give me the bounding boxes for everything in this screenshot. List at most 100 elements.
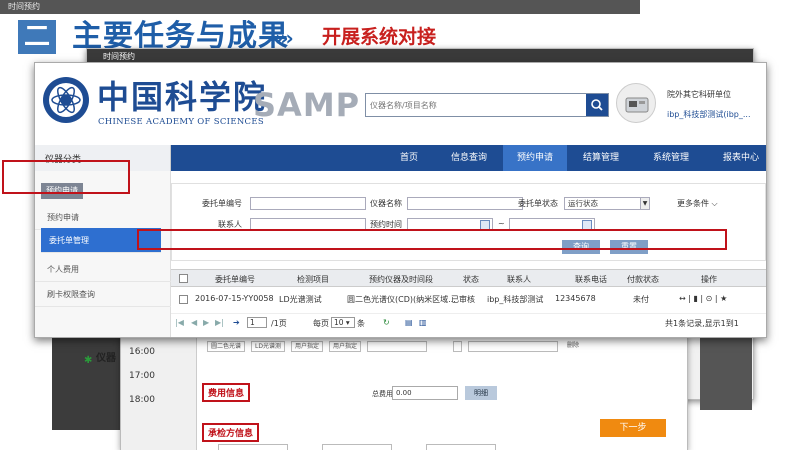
col-pay-status: 付款状态 [627,275,659,284]
user-organization: 院外其它科研单位 [667,90,731,99]
order-no-input[interactable] [250,197,366,210]
sidebar: 预约申请 预约申请 委托单管理 个人费用 刷卡权限查询 [35,171,171,337]
cas-logo-icon [43,77,89,123]
slide-subtitle: 开展系统对接 [322,26,437,48]
last-page-icon[interactable]: ▶| [215,318,224,327]
sidebar-item-booking[interactable]: 预约申请 [35,205,171,230]
text-field[interactable] [322,444,392,450]
text-field[interactable] [218,444,288,450]
per-page-label: 每页 [313,319,329,328]
select-instrument[interactable]: 圆二色光谱 [207,341,246,352]
text-field[interactable] [468,341,559,352]
search-button[interactable] [586,94,608,116]
nav-booking[interactable]: 预约申请 [503,145,567,171]
nav-info-query[interactable]: 信息查询 [437,145,501,171]
cell-pay-status: 未付 [633,295,649,304]
col-instrument: 预约仪器及时间段 [369,275,433,284]
print-icon[interactable]: ▥ [419,318,427,327]
arrows-icon: ››› [275,26,294,50]
instrument-icon [625,97,649,113]
avatar[interactable] [616,83,656,123]
order-status-label: 委托单状态 [518,199,558,208]
total-pages: /1页 [271,319,287,328]
cell-order-no: 2016-07-15-YY0058 [195,294,274,303]
section-number: 二 [18,20,56,54]
select-user[interactable]: 用户指定 [329,341,362,352]
app-header: 中国科学院 CHINESE ACADEMY OF SCIENCES SAMP 院… [35,63,766,145]
pagination: |◀ ◀ ▶ ▶| ➔ 1 /1页 每页 10 ▾ 条 ↻ ▤ ▥ 共1条记录,… [171,313,766,329]
checkbox[interactable] [453,341,463,352]
fee-total-field[interactable]: 0.00 [392,386,458,400]
col-ops: 操作 [701,275,717,284]
export-icon[interactable]: ▤ [405,318,413,327]
first-page-icon[interactable]: |◀ [175,318,184,327]
select-user[interactable]: 用户指定 [290,341,323,352]
add-icon[interactable]: ✱ [84,355,92,366]
text-field[interactable] [367,341,428,352]
fee-section-title: 费用信息 [202,383,251,402]
nav-settlement[interactable]: 结算管理 [569,145,633,171]
chevron-down-icon: ▼ [640,198,649,209]
record-summary: 共1条记录,显示1到1 [665,319,739,328]
col-order-no: 委托单编号 [215,275,255,284]
cell-item: LD光谱测试 [279,295,322,304]
time-label: 17:00 [129,371,155,381]
col-status: 状态 [463,275,479,284]
user-name-link[interactable]: ibp_科技部测试(ibp_... [667,109,751,120]
row-action-icons[interactable]: ↔ | ▮ | ⊙ | ★ [679,294,727,303]
nav-reports[interactable]: 报表中心 [711,145,766,171]
time-label: 18:00 [129,395,155,405]
per-page-value: 10 [334,318,344,327]
per-page-unit: 条 [357,319,365,328]
order-status-select[interactable]: 运行状态 ▼ [564,197,650,210]
instrument-name-label: 仪器名称 [370,199,402,208]
cas-name-cn: 中国科学院 [97,78,268,116]
prev-page-icon[interactable]: ◀ [191,318,197,327]
cell-instrument: 圆二色光谱仪(CD)(纳米区域... [347,295,456,304]
main-nav: 仪器分类 ⌵ 首页 信息查询 预约申请 结算管理 系统管理 报表中心 [35,145,766,171]
row-label: 仪器 [96,353,116,364]
page-number-input[interactable]: 1 [247,317,267,328]
samp-logo: SAMP [253,86,361,124]
more-conditions-label: 更多条件 [677,199,709,208]
col-phone: 联系电话 [575,275,607,284]
col-contact: 联系人 [507,275,531,284]
search-icon [591,99,603,111]
highlight-table-row [137,229,727,250]
refresh-icon[interactable]: ↻ [383,318,390,327]
cell-phone: 12345678 [555,294,596,303]
app-window: 中国科学院 CHINESE ACADEMY OF SCIENCES SAMP 院… [34,62,767,338]
nav-bar: 首页 信息查询 预约申请 结算管理 系统管理 报表中心 [171,145,766,171]
highlight-sidebar-item [2,160,130,194]
per-page-select[interactable]: 10 ▾ [331,317,355,328]
cell-status: 已审核 [451,295,475,304]
table-row[interactable]: 2016-07-15-YY0058 LD光谱测试 圆二色光谱仪(CD)(纳米区域… [171,290,766,308]
select-item[interactable]: LD光谱测 [251,341,285,352]
mid-window-title: 时间预约 [0,0,640,14]
select-all-checkbox[interactable] [179,274,188,283]
sidebar-item-personal-fee[interactable]: 个人费用 [35,257,171,282]
content-area: 委托单编号 仪器名称 委托单状态 运行状态 ▼ 更多条件 ⌵ 联系人 预约时间 … [171,171,766,337]
sidebar-item-card-permission[interactable]: 刷卡权限查询 [35,282,171,307]
fee-total-label: 总费用 [372,390,393,398]
next-page-icon[interactable]: ▶ [203,318,209,327]
search-box [365,93,609,117]
time-column: 16:00 17:00 18:00 [121,333,197,450]
delete-link[interactable]: 删除 [564,341,582,352]
time-label: 16:00 [129,347,155,357]
fee-detail-button[interactable]: 明细 [465,386,497,400]
instrument-name-input[interactable] [407,197,523,210]
next-step-button[interactable]: 下一步 [600,419,666,437]
date-separator: ~ [498,219,505,228]
text-field[interactable] [426,444,496,450]
col-item: 检测项目 [297,275,329,284]
nav-home[interactable]: 首页 [381,145,437,171]
nav-system[interactable]: 系统管理 [637,145,705,171]
tester-section-title: 承检方信息 [202,423,260,442]
background-panel [700,330,752,410]
cas-name-en: CHINESE ACADEMY OF SCIENCES [98,117,264,127]
go-page-icon[interactable]: ➔ [233,318,240,327]
more-conditions-toggle[interactable]: 更多条件 ⌵ [677,198,718,209]
search-input[interactable] [366,94,588,116]
row-checkbox[interactable] [179,295,188,304]
